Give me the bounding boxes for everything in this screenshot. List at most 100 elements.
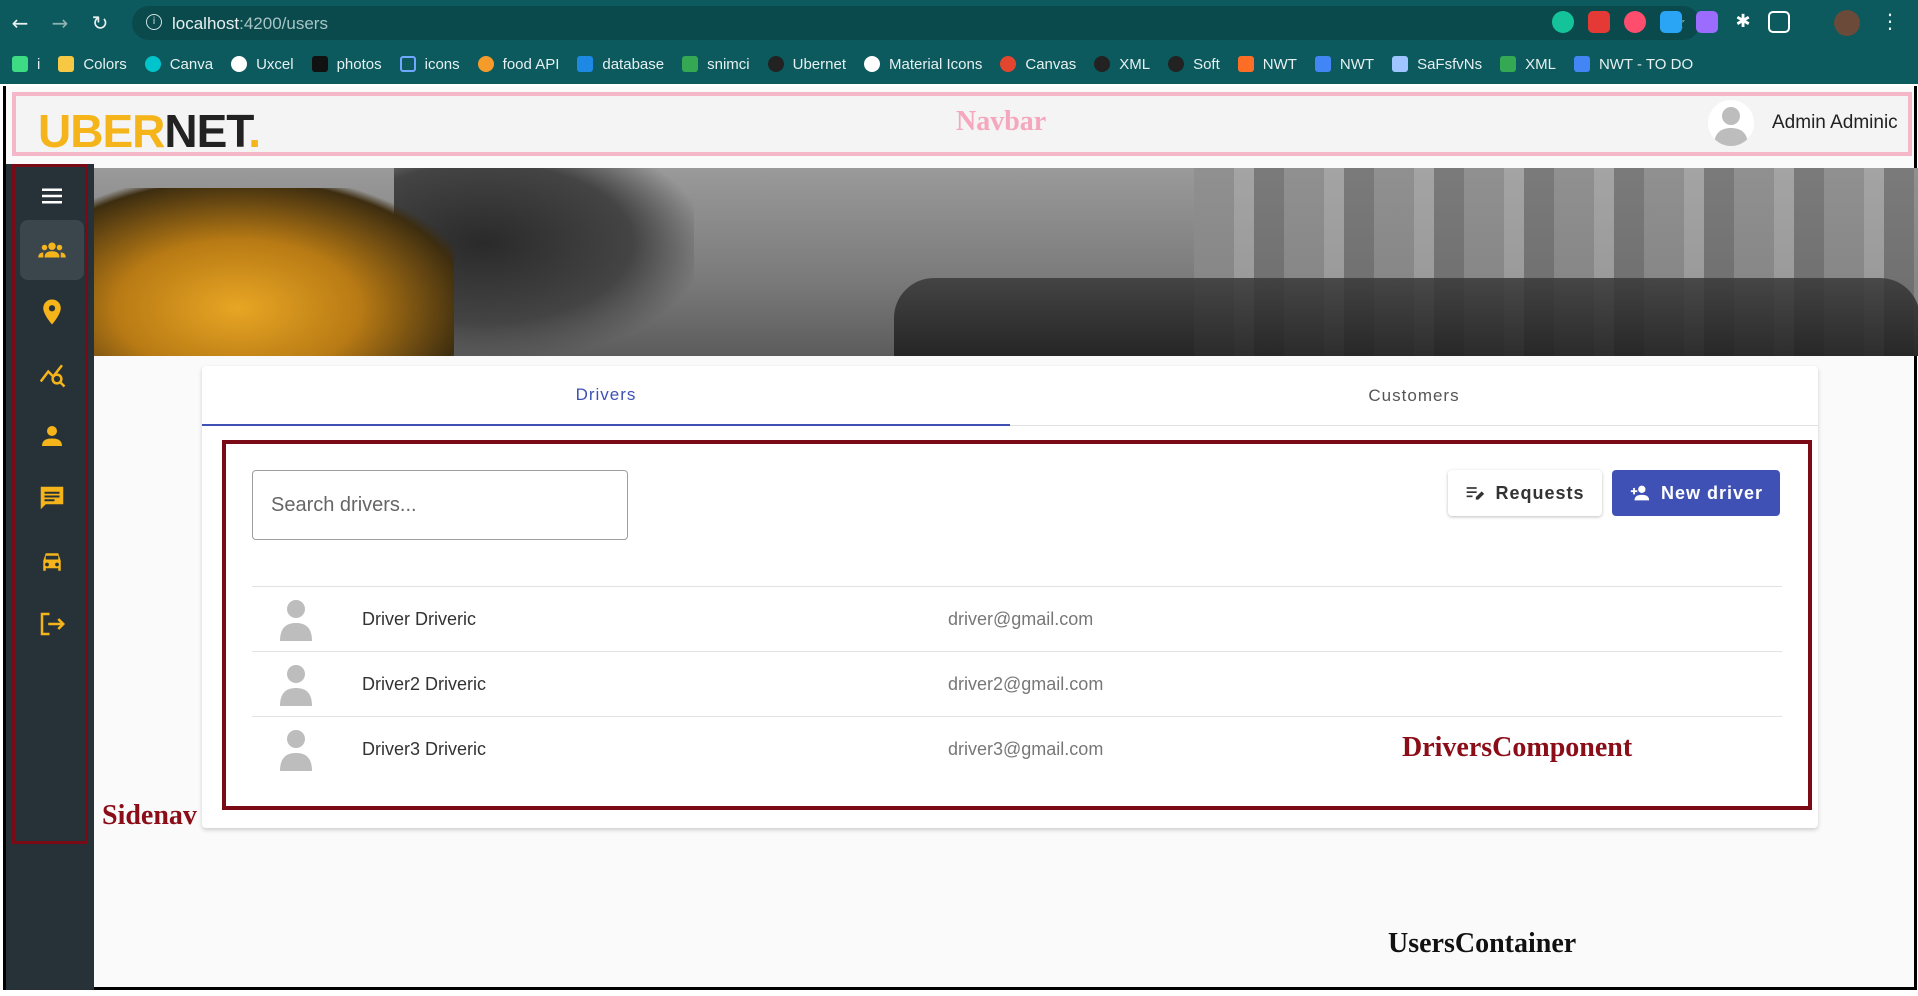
canva-icon <box>144 56 161 72</box>
sidenav-annotation: Sidenav <box>102 800 197 831</box>
user-name[interactable]: Admin Adminic <box>1772 112 1898 134</box>
sheets-icon <box>1500 56 1517 72</box>
database-icon <box>577 56 594 72</box>
url-text[interactable]: localhost:4200/users <box>172 14 328 34</box>
tab-customers[interactable]: Customers <box>1010 366 1818 426</box>
bookmark[interactable]: XML <box>1094 56 1150 73</box>
driver-email: driver@gmail.com <box>948 609 1094 629</box>
banner-cars <box>894 278 1918 356</box>
sidepanel-icon[interactable] <box>1768 11 1790 33</box>
person-add-icon <box>1630 485 1650 501</box>
bookmark[interactable]: Colors <box>58 55 127 73</box>
grammarly-icon[interactable] <box>1552 11 1574 33</box>
new-driver-label: New driver <box>1660 482 1764 503</box>
uxcel-icon <box>231 56 248 72</box>
bookmark[interactable]: NWT - TO DO <box>1573 55 1694 73</box>
bookmark[interactable]: NWT <box>1314 55 1375 73</box>
profile-avatar[interactable] <box>1834 10 1860 36</box>
unsplash-icon <box>311 56 328 72</box>
docs-icon <box>1314 56 1331 72</box>
docs-icon <box>1573 56 1590 72</box>
tab-drivers[interactable]: Drivers <box>202 366 1010 426</box>
navbar-annotation: Navbar <box>956 106 1047 137</box>
bookmark[interactable]: i <box>12 56 40 73</box>
reload-icon[interactable]: ↻ <box>88 11 112 35</box>
bookmark[interactable]: NWT <box>1237 55 1297 73</box>
search-input[interactable] <box>252 470 628 540</box>
users-container-annotation: UsersContainer <box>1388 928 1577 959</box>
window-ext-icon[interactable] <box>1660 11 1682 33</box>
tab-bar: Drivers Customers <box>202 366 1818 426</box>
sheets-icon <box>682 56 699 72</box>
bookmark-label: NWT <box>1339 55 1375 73</box>
bookmark[interactable]: Canvas <box>1000 56 1076 73</box>
requests-label: Requests <box>1495 482 1585 503</box>
menu-dots-icon[interactable]: ⋮ <box>1880 9 1900 33</box>
browser-chrome: ← → ↻ i localhost:4200/users ⚿ ⇪ ☆ ✱ ⋮ i… <box>0 0 1918 84</box>
bookmark[interactable]: Ubernet <box>767 56 846 73</box>
banner-image <box>94 168 1918 356</box>
bookmark-label: Colors <box>83 55 127 73</box>
user-avatar[interactable] <box>1708 100 1754 146</box>
back-icon[interactable]: ← <box>8 11 32 35</box>
bookmark[interactable]: photos <box>311 56 382 73</box>
bookmark-label: NWT - TO DO <box>1598 55 1694 73</box>
bookmark-label: icons <box>424 55 460 73</box>
canvas-icon <box>1000 56 1017 72</box>
github-icon <box>1168 56 1185 72</box>
forward-icon[interactable]: → <box>48 11 72 35</box>
bookmark[interactable]: database <box>577 56 664 73</box>
bookmarks-bar: i Colors Canva Uxcel photos icons food A… <box>0 48 1918 80</box>
rate-review-icon <box>1467 487 1485 500</box>
bookmark-label: Uxcel <box>256 55 294 73</box>
driver-email: driver3@gmail.com <box>948 739 1104 759</box>
driver-name: Driver3 Driveric <box>362 739 487 759</box>
url-path: :4200/users <box>239 14 328 33</box>
bookmark-label: database <box>602 55 665 73</box>
list-item[interactable]: Driver Driveric driver@gmail.com <box>252 586 1782 651</box>
bookmark-label: NWT <box>1262 55 1297 73</box>
bookmark-label: Canvas <box>1025 55 1077 73</box>
bookmark-icon <box>58 56 75 72</box>
bookmark[interactable]: Soft <box>1168 56 1220 73</box>
material-icons-icon <box>864 56 880 72</box>
bookmark-label: snimci <box>707 55 750 73</box>
app-viewport: UBERNET. Navbar Admin Adminic Sidenav Dr… <box>3 86 1918 990</box>
ubernet-logo[interactable]: UBERNET. <box>38 104 261 158</box>
bookmark-label: i <box>37 55 41 73</box>
bookmark-label: food API <box>502 55 560 73</box>
record-ext-icon[interactable] <box>1624 11 1646 33</box>
bookmark-label: XML <box>1525 55 1556 73</box>
color-ext-icon[interactable] <box>1696 11 1718 33</box>
url-host: localhost <box>172 14 240 33</box>
logo-part1: UBER <box>38 105 165 157</box>
avatar-silhouette-icon <box>1714 107 1748 146</box>
puzzle-icon[interactable]: ✱ <box>1732 11 1754 33</box>
address-bar[interactable]: i localhost:4200/users ⚿ ⇪ ☆ <box>132 6 1700 40</box>
youtube-ext-icon[interactable] <box>1588 11 1610 33</box>
bookmark[interactable]: food API <box>477 55 560 73</box>
bookmark[interactable]: XML <box>1500 56 1556 73</box>
image-icon <box>1392 56 1409 72</box>
bookmark[interactable]: SaFsfvNs <box>1392 56 1482 73</box>
avatar-silhouette-icon <box>280 665 312 706</box>
avatar-silhouette-icon <box>280 600 312 641</box>
list-item[interactable]: Driver2 Driveric driver2@gmail.com <box>252 651 1782 716</box>
navbar: UBERNET. Navbar Admin Adminic <box>12 92 1912 158</box>
driver-name: Driver2 Driveric <box>362 674 487 694</box>
gitlab-icon <box>1237 56 1254 72</box>
bookmark[interactable]: Uxcel <box>231 56 294 73</box>
logo-dot: . <box>248 105 261 157</box>
bookmark[interactable]: icons <box>399 55 460 73</box>
bookmark[interactable]: snimci <box>682 56 750 73</box>
new-driver-button[interactable]: New driver <box>1612 470 1780 516</box>
github-icon <box>767 56 784 72</box>
bookmark-label: Canva <box>169 55 214 73</box>
bookmark-label: Soft <box>1193 55 1220 73</box>
bookmark[interactable]: Material Icons <box>864 56 982 73</box>
driver-email: driver2@gmail.com <box>948 674 1104 694</box>
github-icon <box>1094 56 1111 72</box>
site-info-icon[interactable]: i <box>146 14 162 30</box>
requests-button[interactable]: Requests <box>1448 470 1602 516</box>
bookmark[interactable]: Canva <box>144 55 214 73</box>
